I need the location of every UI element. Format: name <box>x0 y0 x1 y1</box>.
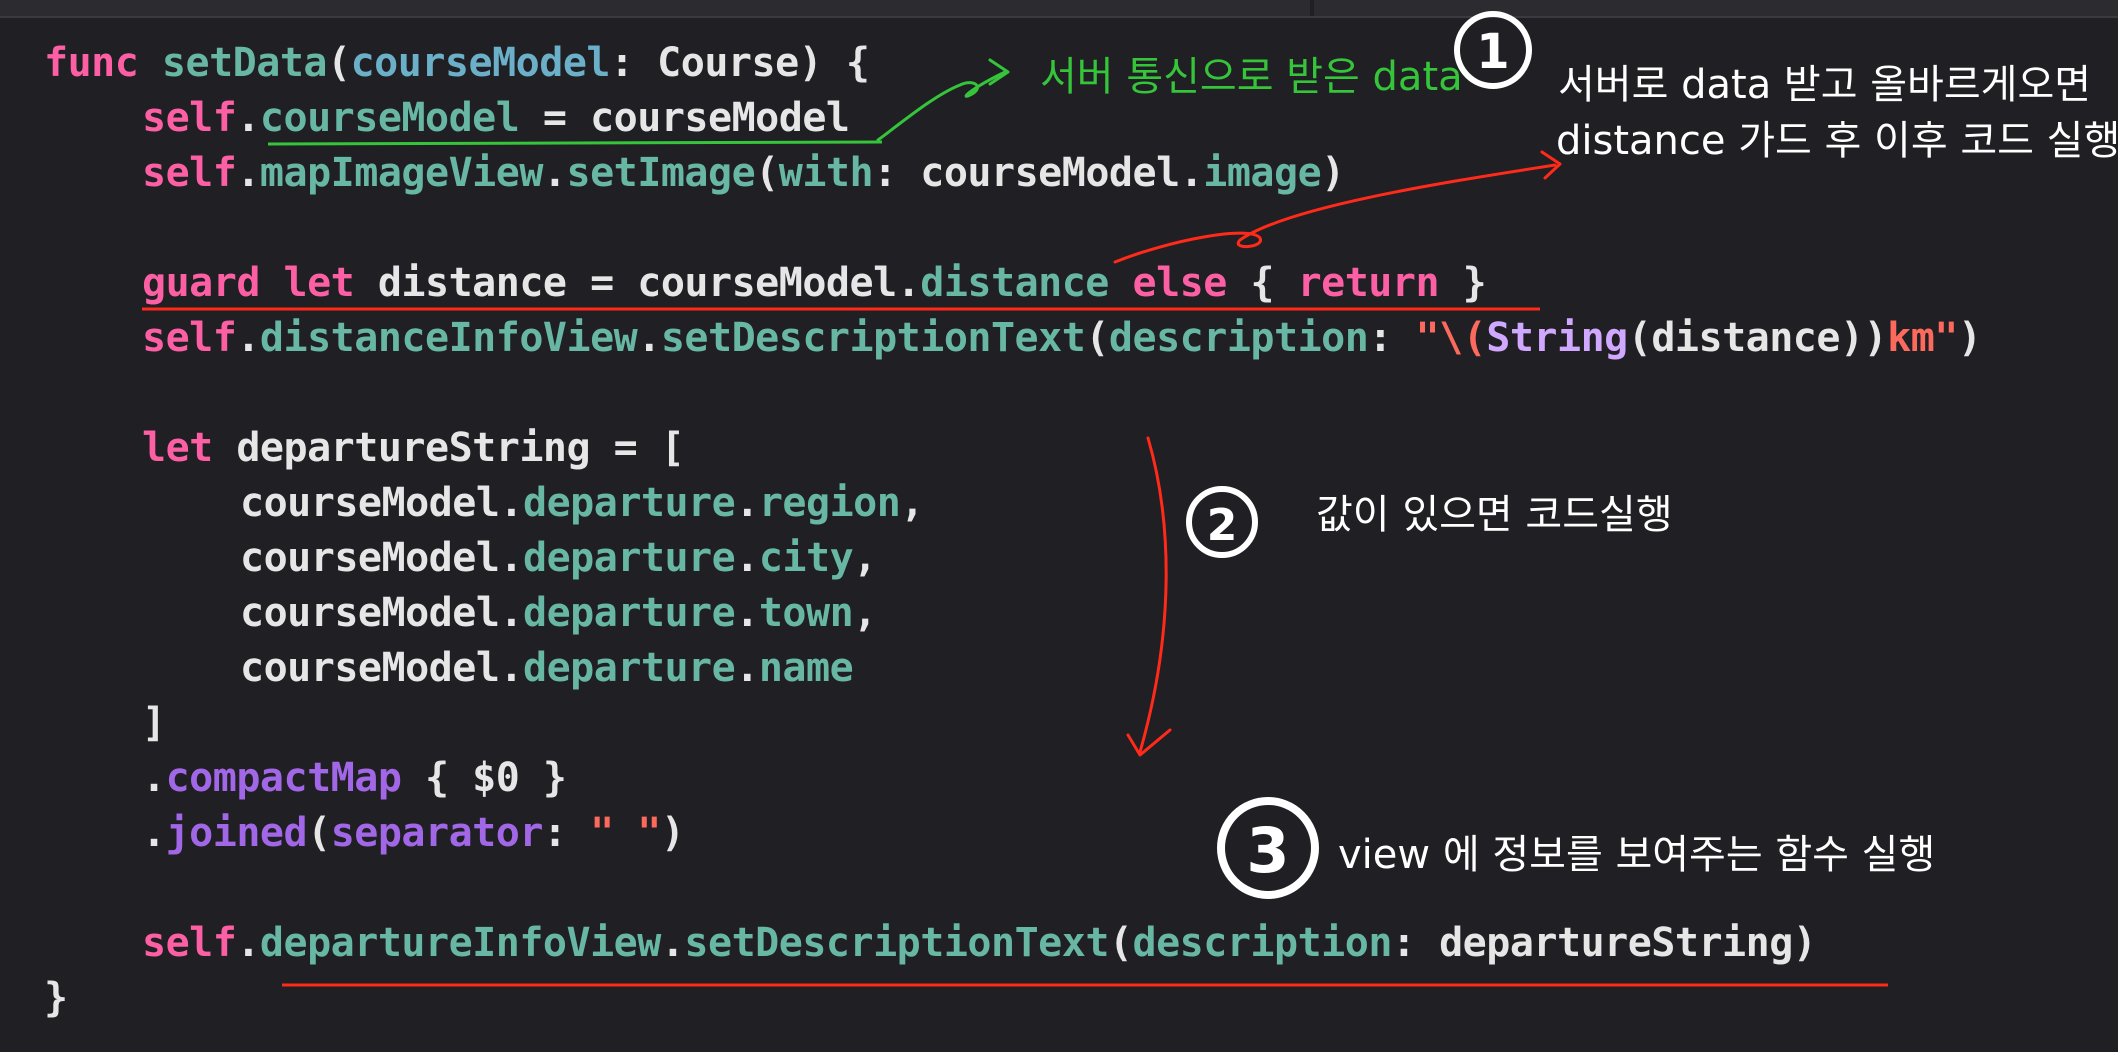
step-1-number: 1 <box>1476 24 1509 80</box>
step-2-number: 2 <box>1207 500 1238 551</box>
green-underline <box>267 140 883 146</box>
red-arrow-stroke-1 <box>1113 163 1557 264</box>
red-arrow-head-2 <box>1126 728 1172 757</box>
step-2-note: 값이 있으면 코드실행 <box>1316 492 1673 538</box>
green-arrow-stroke <box>876 70 1007 142</box>
green-arrow-head <box>988 58 1010 86</box>
step-3-number: 3 <box>1246 814 1289 887</box>
step-3-note: view 에 정보를 보여주는 함수 실행 <box>1338 832 1936 878</box>
green-note: 서버 통신으로 받은 data <box>1040 54 1463 100</box>
step-1-note-line-1: 서버로 data 받고 올바르게오면 <box>1558 62 2092 108</box>
step-1-note-line-2: distance 가드 후 이후 코드 실행 <box>1556 118 2118 164</box>
red-arrow-stroke-2 <box>1138 436 1168 754</box>
